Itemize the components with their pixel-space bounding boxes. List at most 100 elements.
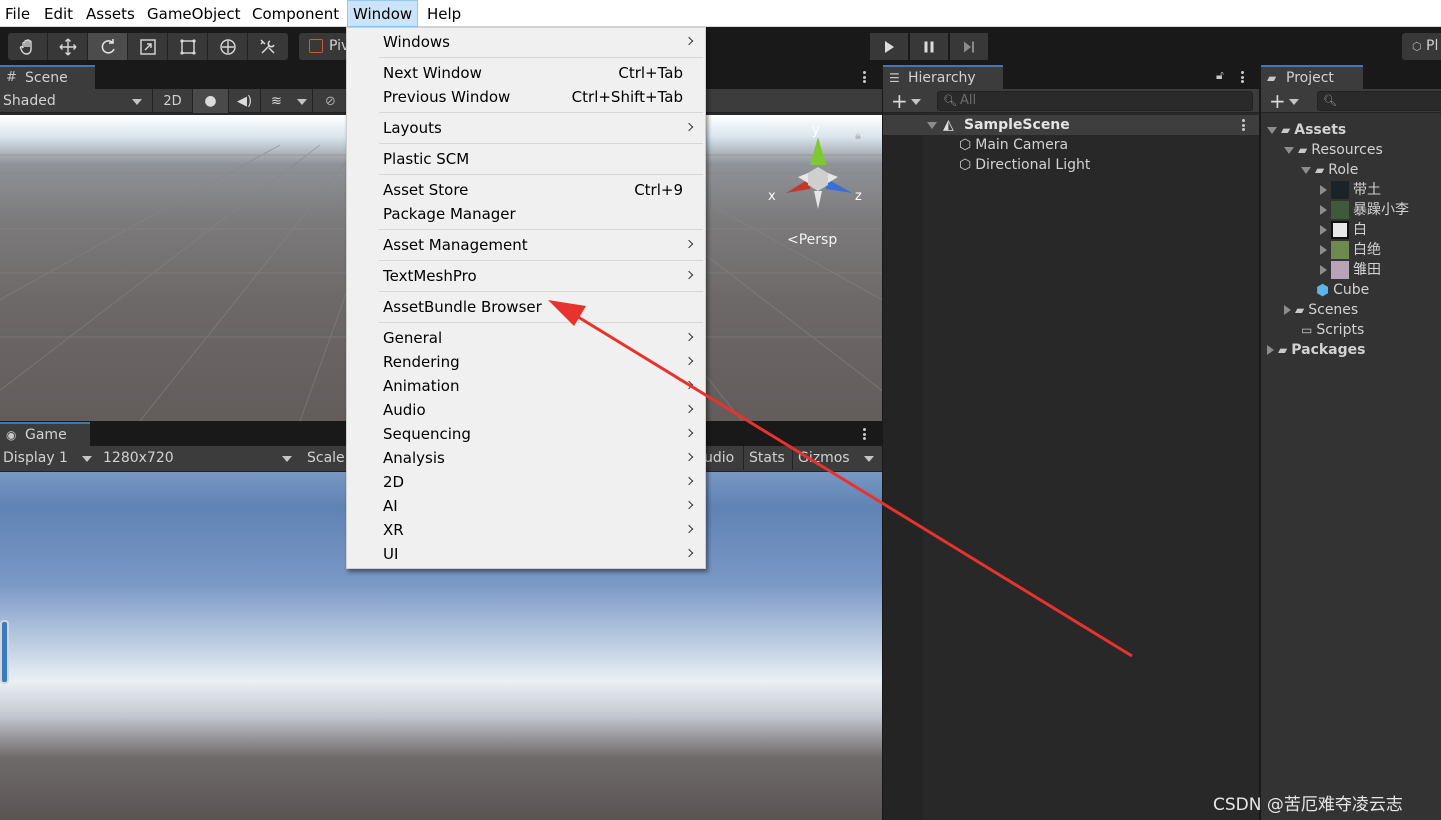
mute-audio-toggle[interactable]: udio (704, 446, 734, 470)
project-folder-packages[interactable]: ▰ Packages (1267, 340, 1365, 360)
menu-file[interactable]: File (0, 0, 35, 27)
expand-icon[interactable] (1267, 126, 1277, 134)
tab-game[interactable]: ◉ Game (0, 422, 90, 446)
menu-component[interactable]: Component (247, 0, 344, 27)
hierarchy-toolbar: + 🔍︎ All (883, 89, 1259, 113)
step-button[interactable] (950, 33, 988, 60)
project-search-input[interactable]: 🔍︎ (1317, 91, 1441, 111)
project-asset-role-3[interactable]: 白绝 (1320, 240, 1381, 260)
menu-item-rendering[interactable]: Rendering (347, 350, 705, 374)
menu-item-asset-store[interactable]: Asset Store Ctrl+9 (347, 178, 705, 202)
menu-item-2d[interactable]: 2D (347, 470, 705, 494)
play-button[interactable] (870, 33, 908, 60)
move-tool-button[interactable] (48, 33, 88, 60)
project-asset-role-4[interactable]: 雏田 (1320, 260, 1381, 280)
menu-item-audio[interactable]: Audio (347, 398, 705, 422)
scene-header-row[interactable]: ◭ SampleScene (883, 115, 1259, 135)
shading-mode-dropdown[interactable]: Shaded (3, 89, 56, 113)
expand-icon[interactable] (1301, 166, 1311, 174)
menu-item-assetbundle-browser[interactable]: AssetBundle Browser (347, 295, 705, 319)
gizmos-caret-icon[interactable] (864, 456, 874, 462)
project-create-icon[interactable]: + (1269, 89, 1286, 113)
hand-tool-button[interactable] (8, 33, 48, 60)
menu-item-sequencing[interactable]: Sequencing (347, 422, 705, 446)
lock-icon[interactable]: 🔒︎ (855, 129, 861, 143)
expand-icon[interactable] (1320, 185, 1327, 195)
menu-gameobject[interactable]: GameObject (142, 0, 246, 27)
menu-item-layouts[interactable]: Layouts (347, 116, 705, 140)
project-asset-cube[interactable]: ⬢ Cube (1316, 280, 1369, 300)
game-more-icon[interactable] (860, 426, 868, 442)
projection-toggle[interactable]: <Persp (787, 232, 837, 248)
plastic-scm-button[interactable]: ⬡ Pl (1402, 33, 1441, 60)
project-asset-role-2[interactable]: 白 (1320, 220, 1367, 240)
pause-button[interactable] (910, 33, 948, 60)
hierarchy-lock-icon[interactable]: 🔓︎ (1216, 68, 1224, 83)
resolution-dropdown[interactable]: 1280x720 (103, 446, 174, 470)
project-folder-assets[interactable]: ▰ Assets (1267, 120, 1346, 140)
tab-hierarchy[interactable]: ☰ Hierarchy (883, 65, 1003, 89)
scene-more-icon[interactable] (860, 69, 868, 85)
pivot-toggle[interactable]: Piv (299, 33, 349, 60)
prefab-thumbnail-icon (1331, 241, 1349, 259)
rect-tool-button[interactable] (168, 33, 208, 60)
project-folder-role[interactable]: ▰ Role (1301, 160, 1358, 180)
hierarchy-more-icon[interactable] (1238, 69, 1246, 85)
tab-scene[interactable]: # Scene (0, 65, 95, 89)
menu-item-ai[interactable]: AI (347, 494, 705, 518)
audio-toggle[interactable]: ◀) (228, 89, 260, 113)
project-folder-scripts[interactable]: ▭ Scripts (1301, 320, 1364, 340)
project-asset-role-1[interactable]: 暴躁小李 (1320, 200, 1409, 220)
project-folder-scenes[interactable]: ▰ Scenes (1284, 300, 1358, 320)
effects-caret-icon[interactable] (297, 99, 307, 105)
hierarchy-item-directional-light[interactable]: ⬡ Directional Light (959, 155, 1090, 175)
menu-help[interactable]: Help (422, 0, 466, 27)
expand-icon[interactable] (1284, 146, 1294, 154)
scene-row-more-icon[interactable] (1239, 117, 1247, 133)
gizmos-toggle[interactable]: Gizmos (792, 446, 850, 470)
menu-item-ui[interactable]: UI (347, 542, 705, 566)
scene-gizmo[interactable]: x y z (768, 125, 868, 235)
hierarchy-item-main-camera[interactable]: ⬡ Main Camera (959, 135, 1068, 155)
menu-edit[interactable]: Edit (39, 0, 78, 27)
expand-icon[interactable] (1284, 305, 1291, 315)
menu-item-label: Package Manager (383, 205, 516, 223)
menu-assets[interactable]: Assets (81, 0, 140, 27)
menu-item-textmeshpro[interactable]: TextMeshPro (347, 264, 705, 288)
expand-icon[interactable] (1320, 225, 1327, 235)
custom-tool-button[interactable] (248, 33, 288, 60)
toggle-2d-button[interactable]: 2D (152, 89, 192, 113)
menu-item-package-manager[interactable]: Package Manager (347, 202, 705, 226)
menu-window[interactable]: Window (347, 0, 419, 27)
effects-toggle[interactable]: ≋ (260, 89, 292, 113)
tab-project[interactable]: ▰ Project (1261, 65, 1363, 89)
stats-toggle[interactable]: Stats (743, 446, 785, 470)
expand-icon[interactable] (1267, 345, 1274, 355)
menu-item-windows[interactable]: Windows (347, 30, 705, 54)
menu-item-plastic-scm[interactable]: Plastic SCM (347, 147, 705, 171)
project-create-caret-icon[interactable] (1289, 99, 1299, 105)
display-dropdown[interactable]: Display 1 (3, 446, 68, 470)
rotate-tool-button[interactable] (88, 33, 128, 60)
scene-expand-icon[interactable] (927, 122, 937, 129)
menu-item-analysis[interactable]: Analysis (347, 446, 705, 470)
expand-icon[interactable] (1320, 245, 1327, 255)
create-caret-icon[interactable] (911, 99, 921, 105)
menu-item-previous-window[interactable]: Previous Window Ctrl+Shift+Tab (347, 85, 705, 109)
menu-item-asset-management[interactable]: Asset Management (347, 233, 705, 257)
project-folder-resources[interactable]: ▰ Resources (1284, 140, 1383, 160)
scale-tool-button[interactable] (128, 33, 168, 60)
expand-icon[interactable] (1320, 265, 1327, 275)
menu-item-next-window[interactable]: Next Window Ctrl+Tab (347, 61, 705, 85)
menu-item-animation[interactable]: Animation (347, 374, 705, 398)
hierarchy-search-input[interactable]: 🔍︎ All (937, 91, 1253, 111)
scale-slider[interactable] (0, 620, 9, 684)
transform-tool-button[interactable] (208, 33, 248, 60)
create-add-icon[interactable]: + (891, 89, 908, 113)
project-asset-role-0[interactable]: 带土 (1320, 180, 1381, 200)
expand-icon[interactable] (1320, 205, 1327, 215)
menu-item-general[interactable]: General (347, 326, 705, 350)
lighting-toggle[interactable]: ● (192, 89, 228, 113)
menu-item-xr[interactable]: XR (347, 518, 705, 542)
visibility-toggle[interactable]: ⊘ (312, 89, 348, 113)
